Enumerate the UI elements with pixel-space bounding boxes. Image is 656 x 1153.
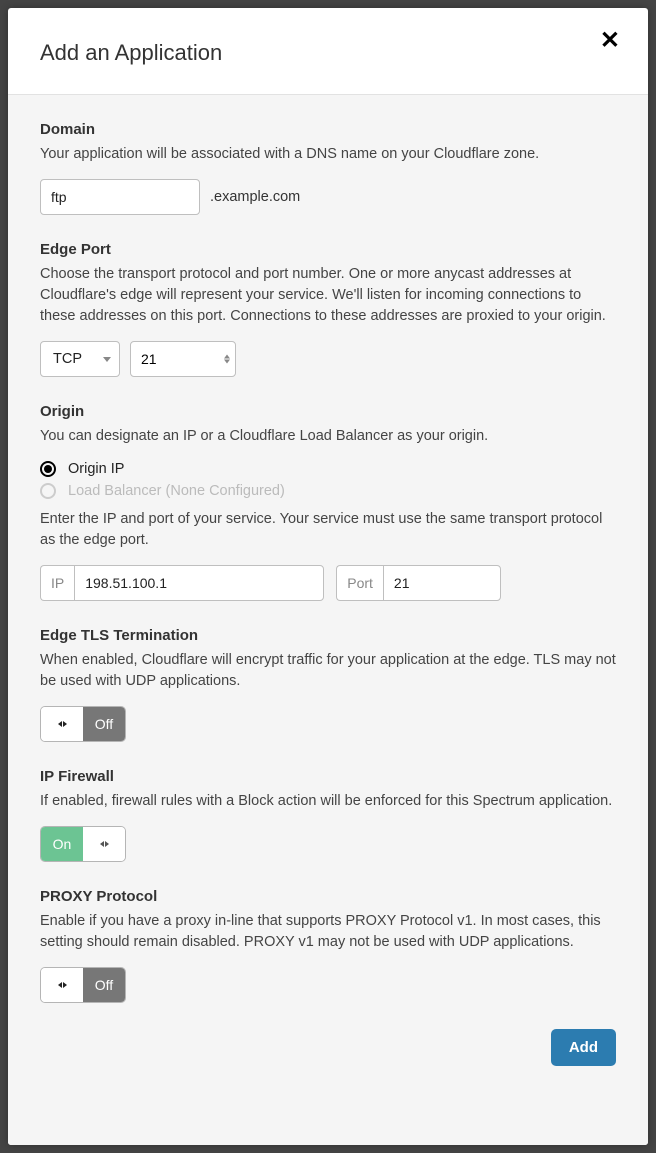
zone-suffix: .example.com: [210, 189, 300, 205]
submit-row: Add: [40, 1029, 616, 1066]
chevron-down-icon[interactable]: [224, 360, 230, 364]
arrows-icon: [58, 982, 67, 988]
origin-label: Origin: [40, 403, 616, 420]
edge-port-desc: Choose the transport protocol and port n…: [40, 264, 616, 327]
firewall-section: IP Firewall If enabled, firewall rules w…: [40, 768, 616, 862]
tls-desc: When enabled, Cloudflare will encrypt tr…: [40, 650, 616, 692]
modal-header: ✕ Add an Application: [8, 8, 648, 95]
chevron-up-icon[interactable]: [224, 355, 230, 359]
firewall-label: IP Firewall: [40, 768, 616, 785]
origin-section: Origin You can designate an IP or a Clou…: [40, 403, 616, 601]
port-prefix-label: Port: [336, 565, 383, 601]
toggle-handle: [83, 827, 125, 861]
tls-toggle[interactable]: Off: [40, 706, 126, 742]
origin-ip-desc: Enter the IP and port of your service. Y…: [40, 509, 616, 551]
arrows-icon: [58, 721, 67, 727]
origin-port-group: Port: [336, 565, 501, 601]
origin-ip-option-label: Origin IP: [68, 461, 124, 477]
load-balancer-radio-row: Load Balancer (None Configured): [40, 483, 616, 499]
add-button[interactable]: Add: [551, 1029, 616, 1066]
origin-port-input[interactable]: [383, 565, 501, 601]
toggle-off-label: Off: [83, 707, 125, 741]
tls-label: Edge TLS Termination: [40, 627, 616, 644]
origin-ip-input[interactable]: [74, 565, 324, 601]
proxy-desc: Enable if you have a proxy in-line that …: [40, 911, 616, 953]
edge-port-section: Edge Port Choose the transport protocol …: [40, 241, 616, 377]
domain-desc: Your application will be associated with…: [40, 144, 616, 165]
load-balancer-option-label: Load Balancer (None Configured): [68, 483, 285, 499]
proxy-toggle[interactable]: Off: [40, 967, 126, 1003]
origin-ip-radio-row[interactable]: Origin IP: [40, 461, 616, 477]
origin-ip-group: IP: [40, 565, 324, 601]
domain-section: Domain Your application will be associat…: [40, 121, 616, 215]
add-application-modal: ✕ Add an Application Domain Your applica…: [8, 8, 648, 1145]
edge-port-stepper[interactable]: [130, 341, 236, 377]
subdomain-input[interactable]: [40, 179, 200, 215]
stepper-controls[interactable]: [224, 355, 230, 364]
chevron-down-icon: [103, 357, 111, 362]
domain-label: Domain: [40, 121, 616, 138]
origin-desc: You can designate an IP or a Cloudflare …: [40, 426, 616, 447]
modal-body: Domain Your application will be associat…: [8, 95, 648, 1145]
ip-prefix-label: IP: [40, 565, 74, 601]
radio-checked-icon[interactable]: [40, 461, 56, 477]
protocol-value: TCP: [53, 351, 82, 367]
toggle-off-label: Off: [83, 968, 125, 1002]
close-icon[interactable]: ✕: [594, 28, 626, 54]
firewall-desc: If enabled, firewall rules with a Block …: [40, 791, 616, 812]
tls-section: Edge TLS Termination When enabled, Cloud…: [40, 627, 616, 742]
toggle-handle: [41, 968, 83, 1002]
toggle-handle: [41, 707, 83, 741]
protocol-select[interactable]: TCP: [40, 341, 120, 377]
proxy-label: PROXY Protocol: [40, 888, 616, 905]
modal-title: Add an Application: [40, 40, 616, 66]
edge-port-input[interactable]: [130, 341, 236, 377]
toggle-on-label: On: [41, 827, 83, 861]
radio-unchecked-icon: [40, 483, 56, 499]
proxy-section: PROXY Protocol Enable if you have a prox…: [40, 888, 616, 1003]
firewall-toggle[interactable]: On: [40, 826, 126, 862]
arrows-icon: [100, 841, 109, 847]
edge-port-label: Edge Port: [40, 241, 616, 258]
